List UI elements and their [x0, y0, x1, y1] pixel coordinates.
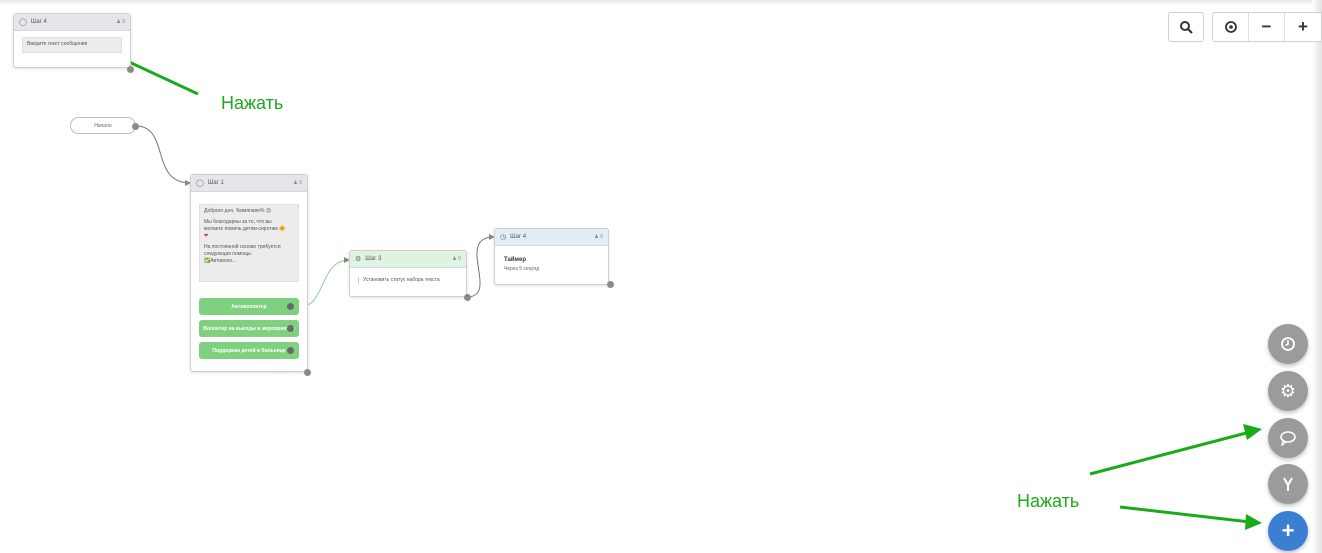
node-count: ♟ 0: [116, 19, 125, 25]
annotation-arrow-add: [1119, 505, 1251, 524]
step1-button-events[interactable]: Волонтер на выезды и мероприятия: [199, 320, 299, 337]
start-node-label: Начало: [94, 122, 112, 129]
timer-fab[interactable]: [1268, 324, 1308, 364]
right-edge-shadow: [1312, 0, 1322, 553]
message-line: желаете помочь детям-сиротам 🤗: [204, 226, 286, 232]
message-line: ✅Автоволо...: [204, 258, 237, 264]
message-line: Мы благодарны за то, что вы: [204, 219, 272, 225]
search-button[interactable]: [1168, 12, 1204, 42]
button-label: Поддержка детей в больнице: [212, 347, 286, 354]
node-header: ◯ Шаг 1 ♟ 0: [191, 175, 307, 192]
message-text-value: Введите текст сообщения: [27, 41, 88, 47]
gears-icon: ⚙: [1279, 380, 1297, 401]
annotation-label-bottom: Нажать: [1017, 491, 1080, 511]
step4-timer-handle[interactable]: [607, 281, 614, 288]
step1-button-hospital[interactable]: Поддержка детей в больнице: [199, 342, 299, 359]
button-handle[interactable]: [287, 347, 294, 354]
step4-timer-node[interactable]: ◷ Шаг 4 ♟ 0 Таймер Через 5 секунд: [494, 228, 609, 285]
message-line: ❤: [204, 233, 209, 239]
timer-subtext: Через 5 секунд: [504, 266, 540, 272]
button-handle[interactable]: [287, 325, 294, 332]
node-title: Шаг 4: [510, 234, 527, 240]
target-icon: [1224, 21, 1237, 33]
edge-step3-to-step4: [466, 234, 495, 298]
message-text[interactable]: Введите текст сообщения: [22, 37, 122, 53]
edge-step1-to-step3: [301, 257, 350, 307]
step1-handle[interactable]: [304, 369, 311, 376]
timer-heading: Таймер: [504, 257, 526, 263]
button-label: Автоволонтер: [231, 303, 267, 310]
button-handle[interactable]: [287, 303, 294, 310]
search-icon: [1180, 21, 1193, 34]
zoom-in-button[interactable]: +: [1285, 13, 1321, 41]
zoom-group: − +: [1212, 12, 1322, 42]
node-count: ♟ 0: [293, 180, 302, 186]
node-header: ◯ Шаг 4 ♟ 0: [14, 14, 130, 31]
step1-button-autovolunteer[interactable]: Автоволонтер: [199, 298, 299, 315]
center-button[interactable]: [1213, 13, 1249, 41]
node-header: ⚙ Шаг 3 ♟ 0: [350, 251, 466, 268]
step4-message-node[interactable]: ◯ Шаг 4 ♟ 0 Введите текст сообщения: [13, 13, 131, 68]
chat-bubble-icon: ◯: [19, 19, 27, 26]
step1-message[interactable]: Доброго дня, %имяпапе% 😊 Мы благодарны з…: [199, 204, 299, 282]
branch-icon: [1283, 477, 1293, 491]
zoom-out-button[interactable]: −: [1249, 13, 1285, 41]
message-line: Доброго дня, %имяпапе% 😊: [204, 208, 272, 214]
annotation-label-top: Нажать: [221, 93, 284, 113]
node-title: Шаг 1: [207, 180, 224, 186]
action-text: Установить статус набора текста: [358, 277, 458, 284]
clock-icon: ◷: [500, 234, 507, 241]
step4-message-handle[interactable]: [127, 66, 134, 73]
split-fab[interactable]: [1268, 464, 1308, 504]
node-title: Шаг 3: [365, 256, 382, 262]
add-fab[interactable]: +: [1268, 511, 1308, 551]
clock-icon: [1281, 337, 1295, 351]
chat-bubble-icon: ◯: [196, 180, 204, 187]
step3-handle[interactable]: [464, 294, 471, 301]
top-shadow: [0, 0, 1322, 6]
start-node-handle[interactable]: [132, 123, 139, 130]
message-line: На постоянной основе требуется: [204, 244, 281, 250]
annotation-arrow-message: [1089, 430, 1251, 476]
message-fab[interactable]: [1268, 418, 1308, 458]
node-count: ♟ 0: [594, 234, 603, 240]
message-line: следующая помощь:: [204, 251, 253, 257]
plus-icon: +: [1298, 17, 1308, 36]
action-fab[interactable]: ⚙: [1268, 371, 1308, 411]
edge-start-to-step1: [135, 125, 191, 186]
start-node[interactable]: Начало: [70, 117, 136, 134]
plus-icon: +: [1281, 518, 1295, 543]
chat-bubble-icon: [1280, 431, 1296, 446]
step3-action-node[interactable]: ⚙ Шаг 3 ♟ 0 Установить статус набора тек…: [349, 250, 467, 297]
minus-icon: −: [1261, 17, 1272, 36]
node-count: ♟ 0: [452, 256, 461, 262]
node-header: ◷ Шаг 4 ♟ 0: [495, 229, 608, 246]
flow-canvas[interactable]: Начало ◯ Шаг 4 ♟ 0 Введите текст сообщен…: [0, 0, 1322, 553]
button-label: Волонтер на выезды и мероприятия: [203, 325, 295, 332]
node-title: Шаг 4: [30, 19, 47, 25]
gears-icon: ⚙: [355, 256, 362, 263]
